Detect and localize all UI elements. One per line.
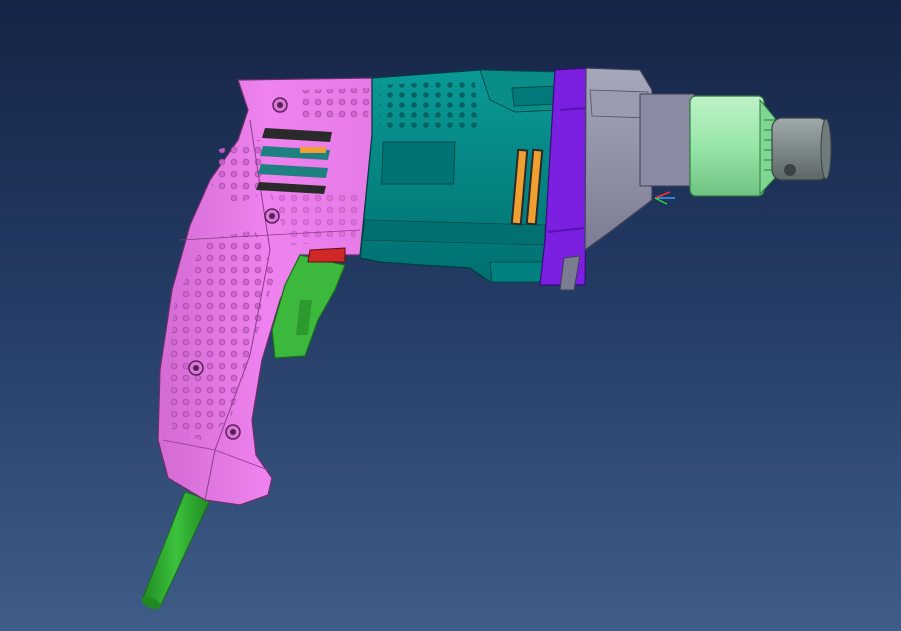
power-cable[interactable] bbox=[140, 491, 211, 612]
screw-icon bbox=[272, 97, 288, 113]
motor-housing[interactable] bbox=[359, 69, 561, 283]
screw-icon bbox=[264, 208, 280, 224]
axis-triad bbox=[654, 191, 675, 205]
3d-viewport[interactable] bbox=[0, 0, 901, 631]
pistol-grip[interactable] bbox=[157, 77, 373, 506]
drill-model[interactable] bbox=[0, 0, 901, 631]
lock-switch[interactable] bbox=[307, 247, 346, 263]
screw-icon bbox=[188, 360, 204, 376]
screw-icon bbox=[225, 424, 241, 440]
drill-chuck[interactable] bbox=[689, 95, 832, 197]
